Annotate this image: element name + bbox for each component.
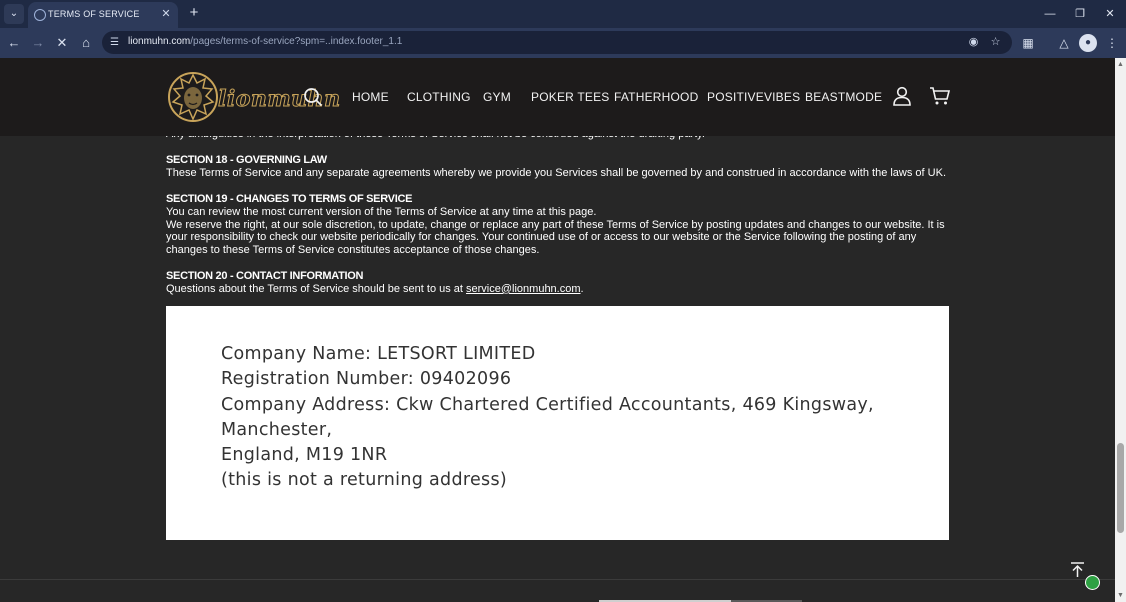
- company-address-line-2: England, M19 1NR: [221, 445, 388, 466]
- browser-tab-strip: ⌄ TERMS OF SERVICE ✕ + — ❐ ✕: [0, 0, 1126, 28]
- section-18: SECTION 18 - GOVERNING LAW These Terms o…: [166, 154, 956, 180]
- green-status-badge-icon[interactable]: [1085, 575, 1100, 590]
- bookmark-star-icon[interactable]: ☆: [988, 35, 1003, 50]
- contact-email-link[interactable]: service@lionmuhn.com: [466, 283, 581, 295]
- tab-close-icon[interactable]: ✕: [159, 7, 173, 21]
- tab-search-icon[interactable]: ⌄: [4, 4, 24, 24]
- page-viewport: Any ambiguities in the interpretation of…: [0, 58, 1115, 602]
- labs-flask-icon[interactable]: △: [1055, 34, 1073, 52]
- lion-logo-icon[interactable]: [167, 69, 219, 125]
- section-19-p2: We reserve the right, at our sole discre…: [166, 218, 945, 257]
- back-to-top-icon[interactable]: [1069, 561, 1086, 578]
- nav-clothing[interactable]: CLOTHING: [407, 90, 471, 104]
- scroll-down-arrow-icon[interactable]: ▼: [1116, 591, 1125, 600]
- restore-icon[interactable]: ❐: [1071, 6, 1089, 22]
- menu-kebab-icon[interactable]: ⋮: [1103, 34, 1121, 52]
- minimize-icon[interactable]: —: [1041, 6, 1059, 22]
- section-19: SECTION 19 - CHANGES TO TERMS OF SERVICE…: [166, 193, 956, 257]
- home-icon[interactable]: ⌂: [77, 34, 95, 52]
- company-registration: Registration Number: 09402096: [221, 369, 512, 390]
- account-icon[interactable]: [892, 86, 912, 106]
- nav-poker-tees[interactable]: POKER TEES: [531, 90, 609, 104]
- section-20: SECTION 20 - CONTACT INFORMATION Questio…: [166, 270, 956, 296]
- url-text[interactable]: lionmuhn.com/pages/terms-of-service?spm=…: [128, 36, 402, 47]
- profile-avatar-icon[interactable]: ●: [1079, 34, 1097, 52]
- site-info-icon[interactable]: ☰: [110, 36, 123, 49]
- nav-gym[interactable]: GYM: [483, 90, 511, 104]
- page-scrollbar[interactable]: ▲ ▼: [1115, 58, 1126, 602]
- section-20-body: Questions about the Terms of Service sho…: [166, 282, 584, 295]
- stop-loading-icon[interactable]: ✕: [53, 34, 71, 52]
- company-address-line-1: Company Address: Ckw Chartered Certified…: [221, 394, 874, 440]
- address-bar[interactable]: ☰ lionmuhn.com/pages/terms-of-service?sp…: [102, 31, 1012, 54]
- section-18-title: SECTION 18 - GOVERNING LAW: [166, 154, 327, 166]
- company-name: Company Name: LETSORT LIMITED: [221, 344, 536, 364]
- extensions-icon[interactable]: ▦: [1019, 34, 1037, 52]
- window-close-icon[interactable]: ✕: [1101, 6, 1119, 22]
- nav-home[interactable]: HOME: [352, 90, 389, 104]
- section-18-body: These Terms of Service and any separate …: [166, 166, 946, 179]
- forward-icon[interactable]: →: [29, 34, 47, 52]
- company-info-box: Company Name: LETSORT LIMITED Registrati…: [166, 306, 949, 540]
- company-address-note: (this is not a returning address): [221, 470, 507, 491]
- company-info-text: Company Name: LETSORT LIMITED Registrati…: [221, 342, 949, 494]
- site-header: lionmuhn HOME CLOTHING GYM POKER TEES FA…: [0, 58, 1115, 136]
- cart-icon[interactable]: [929, 86, 951, 106]
- tab-title: TERMS OF SERVICE: [48, 9, 140, 19]
- new-tab-icon[interactable]: +: [186, 5, 202, 21]
- browser-tab[interactable]: TERMS OF SERVICE ✕: [28, 2, 178, 28]
- search-icon[interactable]: [303, 87, 323, 107]
- browser-toolbar: ← → ✕ ⌂ ☰ lionmuhn.com/pages/terms-of-se…: [0, 28, 1126, 58]
- nav-positivevibes[interactable]: POSITIVEVIBES: [707, 90, 800, 104]
- eye-slash-icon[interactable]: ◉: [966, 35, 981, 50]
- scrollbar-thumb[interactable]: [1117, 443, 1124, 533]
- scroll-up-arrow-icon[interactable]: ▲: [1116, 60, 1125, 69]
- section-19-p1: You can review the most current version …: [166, 205, 597, 218]
- nav-beastmode[interactable]: BEASTMODE: [805, 90, 882, 104]
- footer-divider: [0, 579, 1115, 580]
- section-19-title: SECTION 19 - CHANGES TO TERMS OF SERVICE: [166, 193, 413, 205]
- section-20-title: SECTION 20 - CONTACT INFORMATION: [166, 270, 364, 282]
- back-icon[interactable]: ←: [5, 34, 23, 52]
- nav-fatherhood[interactable]: FATHERHOOD: [614, 90, 698, 104]
- tab-favicon-icon: [34, 9, 46, 21]
